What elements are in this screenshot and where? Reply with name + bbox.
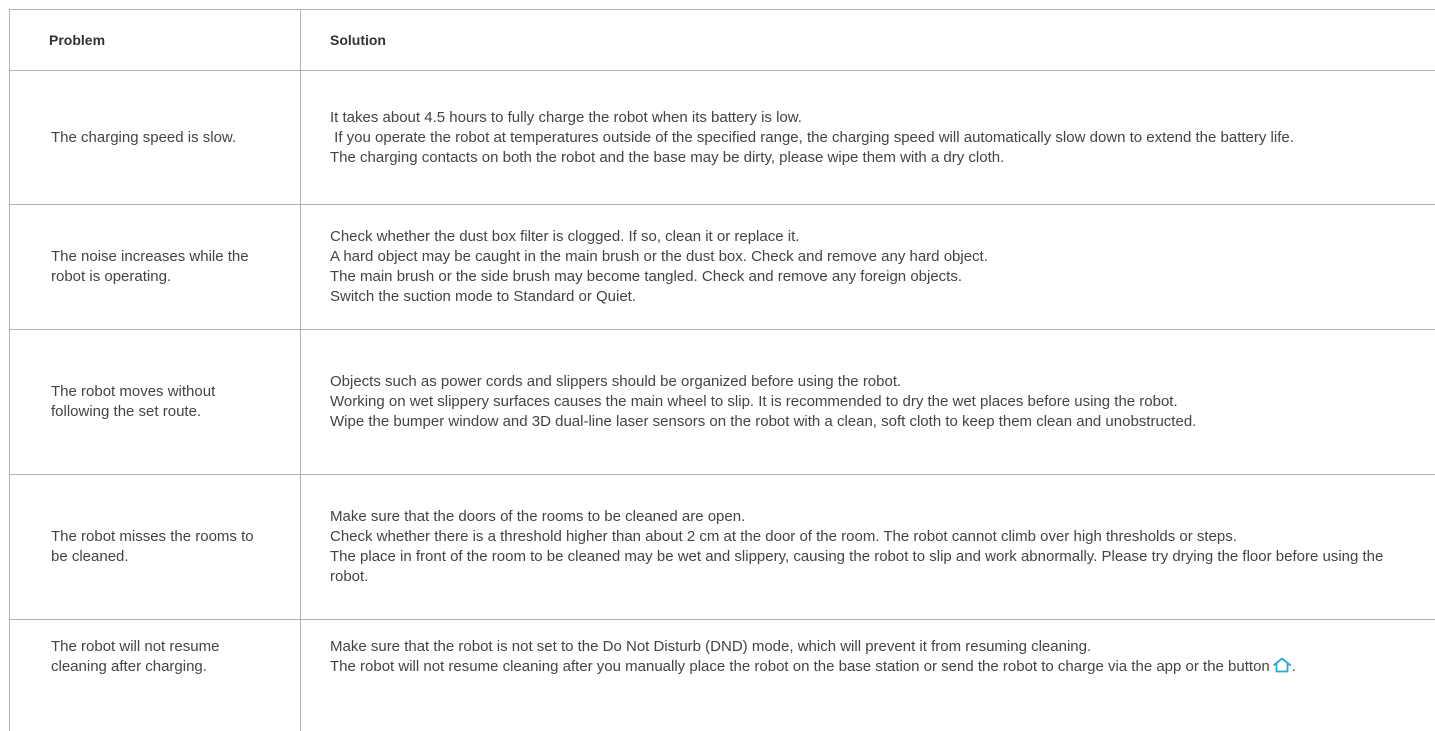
solution-line: The place in front of the room to be cle… <box>330 548 1384 585</box>
table-header-row: Problem Solution <box>9 9 1435 71</box>
solution-cell: Objects such as power cords and slippers… <box>300 329 1435 475</box>
solution-line: Make sure that the doors of the rooms to… <box>330 508 746 525</box>
solution-line: Check whether there is a threshold highe… <box>330 528 1237 545</box>
problem-cell: The robot moves without following the se… <box>9 329 301 475</box>
table-row: The robot moves without following the se… <box>9 329 1435 475</box>
solution-line-end: . <box>1291 658 1296 675</box>
solution-line: The main brush or the side brush may bec… <box>330 268 963 285</box>
solution-line: Make sure that the robot is not set to t… <box>330 638 1092 655</box>
solution-cell: Make sure that the robot is not set to t… <box>300 619 1435 731</box>
solution-line: Switch the suction mode to Standard or Q… <box>330 288 636 305</box>
table-row: The noise increases while the robot is o… <box>9 204 1435 330</box>
solution-line: Wipe the bumper window and 3D dual-line … <box>330 413 1197 430</box>
solution-line-with-icon: The robot will not resume cleaning after… <box>330 657 1415 677</box>
solution-line: If you operate the robot at temperatures… <box>330 128 1294 146</box>
solution-cell: It takes about 4.5 hours to fully charge… <box>300 70 1435 205</box>
table-row: The charging speed is slow. It takes abo… <box>9 70 1435 205</box>
table-row: The robot misses the rooms to be cleaned… <box>9 474 1435 620</box>
problem-cell: The robot misses the rooms to be cleaned… <box>9 474 301 620</box>
solution-line: It takes about 4.5 hours to fully charge… <box>330 108 802 126</box>
solution-line-text: The robot will not resume cleaning after… <box>330 658 1270 675</box>
solution-line: Check whether the dust box filter is clo… <box>330 228 800 245</box>
home-icon <box>1272 657 1292 673</box>
problem-cell: The robot will not resume cleaning after… <box>9 619 301 731</box>
troubleshooting-table-container: Problem Solution The charging speed is s… <box>0 0 1435 731</box>
solution-line: Objects such as power cords and slippers… <box>330 373 902 390</box>
problem-cell: The noise increases while the robot is o… <box>9 204 301 330</box>
problem-column-header: Problem <box>9 9 301 71</box>
solution-cell: Make sure that the doors of the rooms to… <box>300 474 1435 620</box>
table-row: The robot will not resume cleaning after… <box>9 619 1435 731</box>
solution-line: Working on wet slippery surfaces causes … <box>330 393 1178 410</box>
solution-cell: Check whether the dust box filter is clo… <box>300 204 1435 330</box>
problem-cell: The charging speed is slow. <box>9 70 301 205</box>
solution-line: The charging contacts on both the robot … <box>330 148 1005 166</box>
solution-column-header: Solution <box>300 9 1435 71</box>
solution-line: A hard object may be caught in the main … <box>330 248 988 265</box>
troubleshooting-table: Problem Solution The charging speed is s… <box>9 9 1435 731</box>
